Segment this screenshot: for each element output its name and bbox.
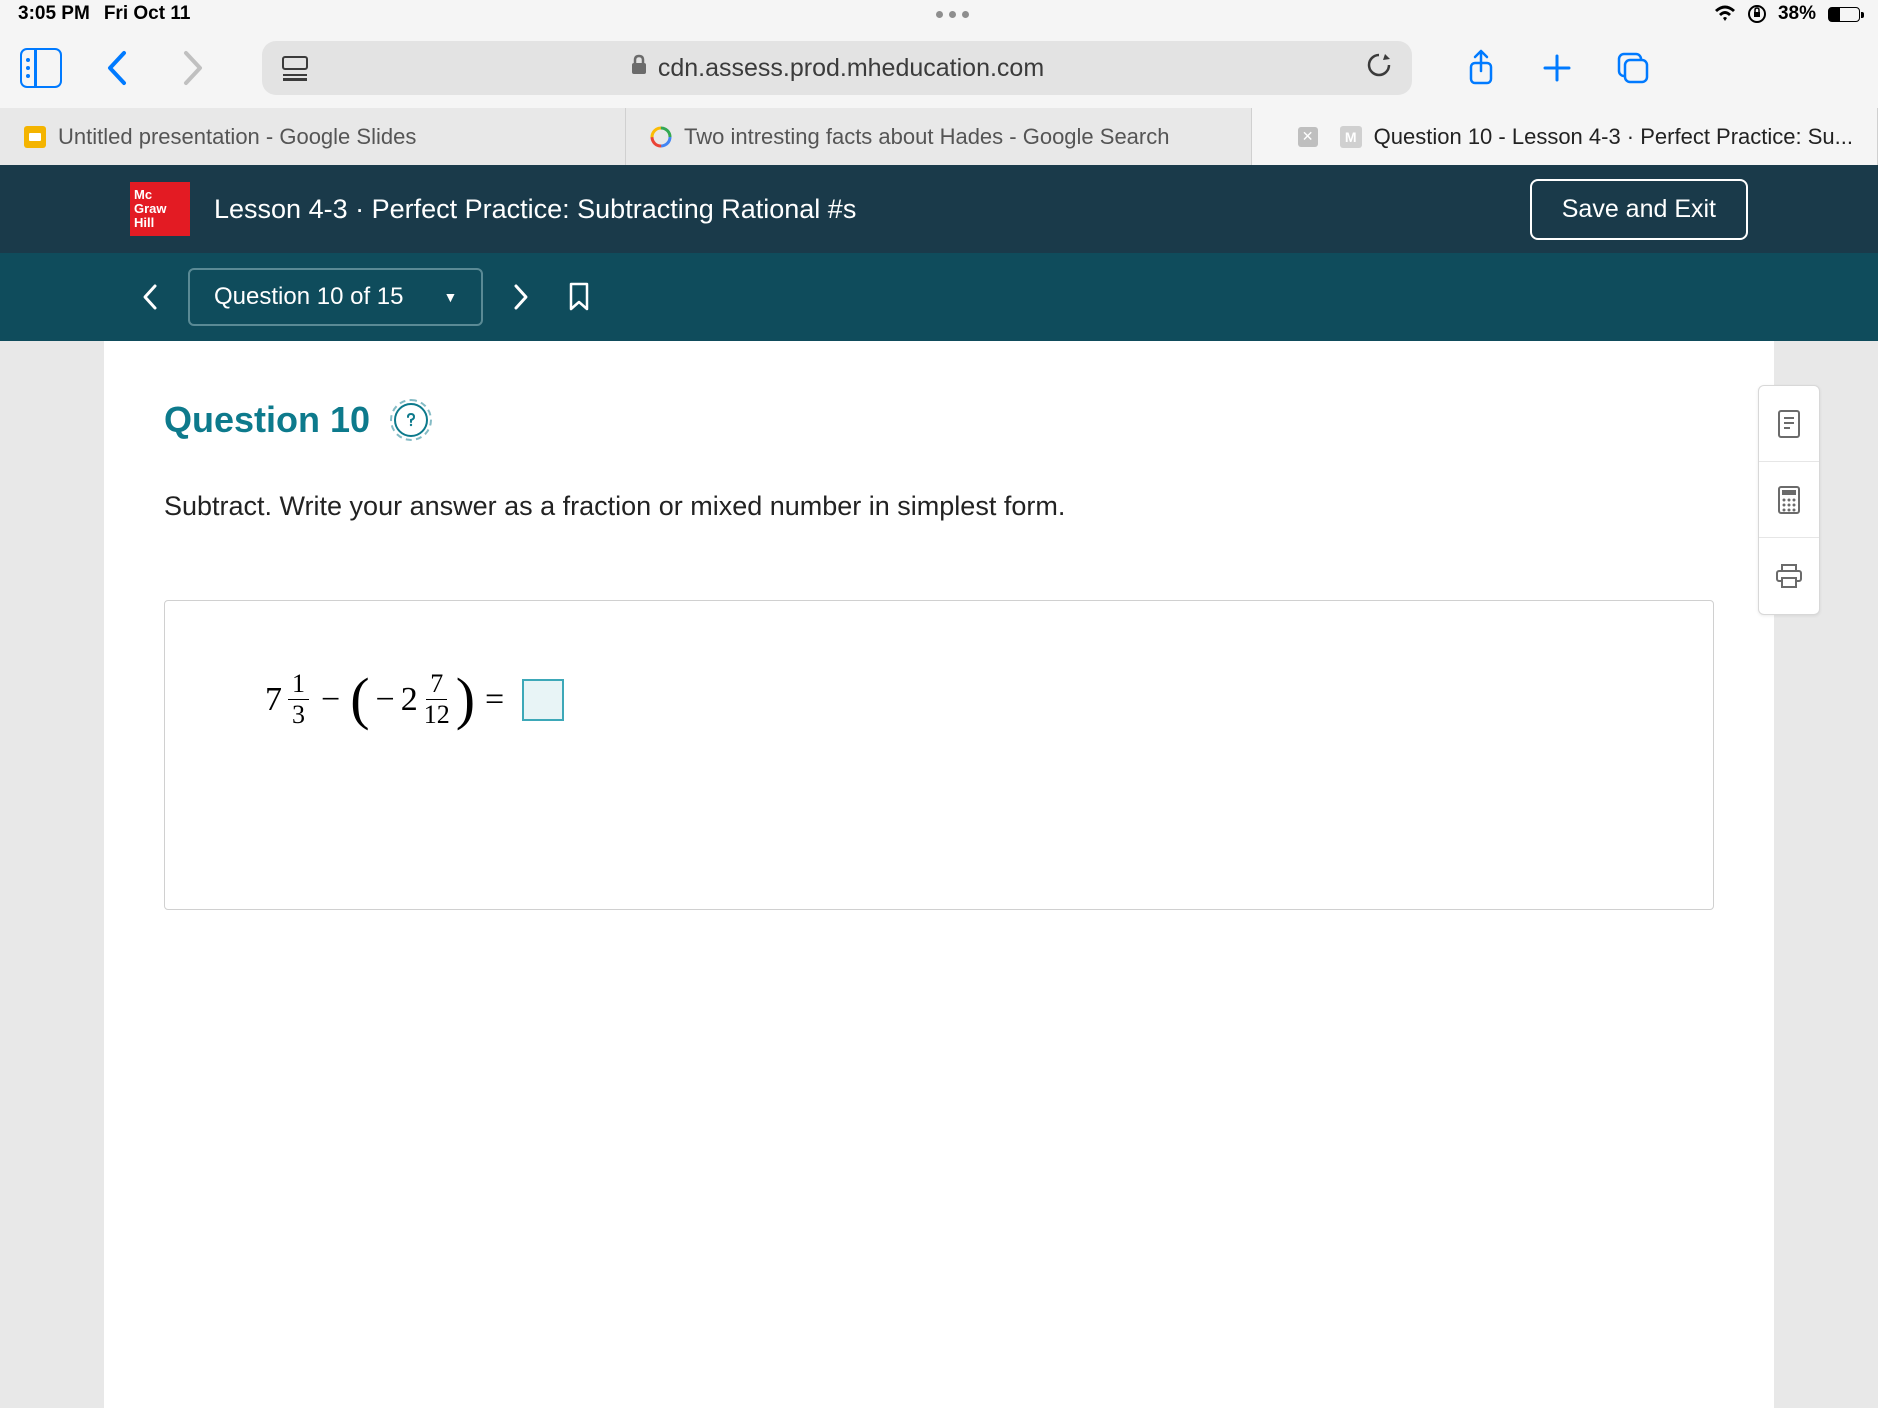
eq-fraction-1: 1 3 <box>288 671 309 728</box>
wifi-icon <box>1714 3 1736 25</box>
tab-label: Two intresting facts about Hades - Googl… <box>684 124 1169 150</box>
mheducation-icon: M <box>1340 126 1362 148</box>
close-paren: ) <box>456 676 475 722</box>
new-tab-button[interactable] <box>1536 47 1578 89</box>
bookmark-button[interactable] <box>559 277 599 317</box>
forward-button[interactable] <box>172 47 214 89</box>
question-title: Question 10 <box>164 399 370 441</box>
prev-question-button[interactable] <box>130 277 170 317</box>
url-bar[interactable]: cdn.assess.prod.mheducation.com <box>262 41 1412 95</box>
equation: 7 1 3 − ( − 2 7 12 ) = <box>265 671 1613 728</box>
status-time: 3:05 PM <box>18 3 90 25</box>
close-icon[interactable]: ✕ <box>1298 127 1318 147</box>
chevron-down-icon: ▼ <box>443 289 457 305</box>
save-and-exit-button[interactable]: Save and Exit <box>1530 179 1748 240</box>
math-problem-box: 7 1 3 − ( − 2 7 12 ) = <box>164 600 1714 910</box>
calculator-tool-button[interactable] <box>1759 462 1819 538</box>
answer-input[interactable] <box>522 679 564 721</box>
sidebar-toggle-button[interactable] <box>20 47 62 89</box>
eq-negative: − <box>376 681 395 719</box>
question-instruction: Subtract. Write your answer as a fractio… <box>164 491 1714 522</box>
print-tool-button[interactable] <box>1759 538 1819 614</box>
tab-question-active[interactable]: ✕ M Question 10 - Lesson 4-3 · Perfect P… <box>1252 108 1878 165</box>
battery-icon <box>1828 7 1860 22</box>
help-icon[interactable] <box>394 403 428 437</box>
eq-whole-2: 2 <box>401 681 418 719</box>
eq-minus: − <box>321 681 340 719</box>
open-paren: ( <box>350 676 369 722</box>
share-button[interactable] <box>1460 47 1502 89</box>
tab-google-search[interactable]: Two intresting facts about Hades - Googl… <box>626 108 1252 165</box>
tool-panel <box>1758 385 1820 615</box>
back-button[interactable] <box>96 47 138 89</box>
mcgraw-hill-logo: Mc Graw Hill <box>130 182 190 236</box>
google-icon <box>650 126 672 148</box>
lesson-title: Lesson 4-3 · Perfect Practice: Subtracti… <box>214 194 856 225</box>
tabs-button[interactable] <box>1612 47 1654 89</box>
eq-equals: = <box>485 681 504 719</box>
app-header: Mc Graw Hill Lesson 4-3 · Perfect Practi… <box>0 165 1878 253</box>
multitask-dots[interactable] <box>936 11 969 18</box>
ipad-status-bar: 3:05 PM Fri Oct 11 38% <box>0 0 1878 28</box>
safari-toolbar: cdn.assess.prod.mheducation.com <box>0 28 1878 108</box>
eq-fraction-2: 7 12 <box>424 671 450 728</box>
url-text: cdn.assess.prod.mheducation.com <box>658 54 1044 83</box>
left-gutter <box>0 341 104 1408</box>
tab-label: Question 10 - Lesson 4-3 · Perfect Pract… <box>1374 124 1853 150</box>
status-date: Fri Oct 11 <box>104 3 191 25</box>
eq-whole-1: 7 <box>265 681 282 719</box>
question-selector[interactable]: Question 10 of 15 ▼ <box>188 268 483 326</box>
battery-percentage: 38% <box>1778 3 1816 25</box>
orientation-lock-icon <box>1746 3 1768 25</box>
notes-tool-button[interactable] <box>1759 386 1819 462</box>
next-question-button[interactable] <box>501 277 541 317</box>
lock-icon <box>630 54 648 83</box>
question-selector-label: Question 10 of 15 <box>214 283 403 311</box>
slides-icon <box>24 126 46 148</box>
tab-google-slides[interactable]: Untitled presentation - Google Slides <box>0 108 626 165</box>
reload-button[interactable] <box>1366 51 1392 86</box>
question-content: Question 10 Subtract. Write your answer … <box>104 341 1774 1408</box>
reader-button[interactable] <box>282 56 308 81</box>
question-nav: Question 10 of 15 ▼ <box>0 253 1878 341</box>
browser-tabs: Untitled presentation - Google Slides Tw… <box>0 108 1878 165</box>
tab-label: Untitled presentation - Google Slides <box>58 124 416 150</box>
